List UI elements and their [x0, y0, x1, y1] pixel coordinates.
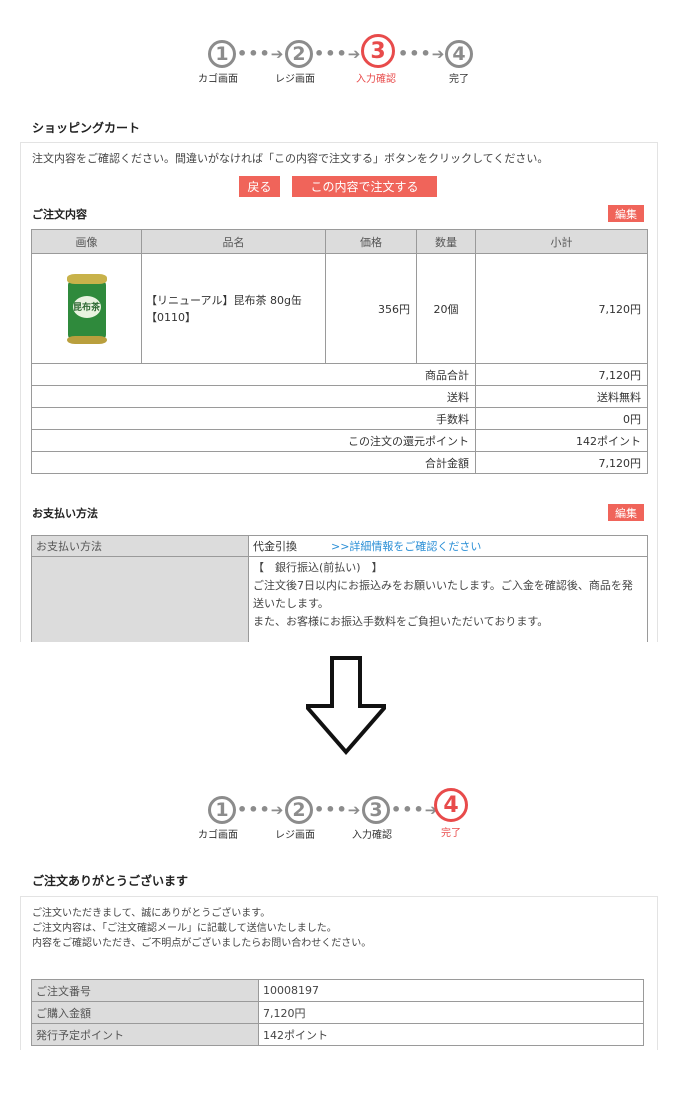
payment-title: お支払い方法 [32, 507, 98, 520]
order-edit-button[interactable]: 編集 [608, 205, 644, 222]
product-image-cell: 昆布茶 [31, 253, 142, 364]
step-indicator: 1 カゴ画面 •••➔ 2 レジ画面 •••➔ 3 入力確認 •••➔ 4 完了 [0, 786, 680, 846]
payment-row: 【 銀行振込(前払い) 】 ご注文後7日以内にお振込みをお願いいたします。ご入金… [31, 556, 648, 642]
summary-row: 送料 送料無料 [31, 385, 648, 408]
points-value: 142ポイント [258, 1023, 644, 1046]
step-connector: •••➔ [237, 800, 285, 819]
step-connector: •••➔ [398, 44, 446, 63]
summary-value: 7,120円 [475, 363, 648, 386]
table-row: ご注文番号 10008197 [31, 979, 644, 1002]
product-subtotal: 7,120円 [475, 253, 648, 364]
thanks-line-3: 内容をご確認いただき、ご不明点がございましたらお問い合わせください。 [32, 938, 372, 949]
column-header-subtotal: 小計 [475, 229, 648, 254]
step-connector: •••➔ [391, 800, 439, 819]
product-image[interactable]: 昆布茶 [66, 273, 107, 344]
order-number-value: 10008197 [258, 979, 644, 1002]
step-1: 1 カゴ画面 [198, 40, 238, 85]
cart-title: ショッピングカート [32, 121, 141, 135]
summary-row: この注文の還元ポイント 142ポイント [31, 429, 648, 452]
bank-transfer-text: ご注文後7日以内にお振込みをお願いいたします。ご入金を確認後、商品を発送いたしま… [253, 579, 633, 610]
back-button[interactable]: 戻る [239, 176, 280, 197]
summary-label: 商品合計 [31, 363, 476, 386]
step-1-number: 1 [208, 40, 236, 68]
product-price: 356円 [325, 253, 417, 364]
step-2: 2 レジ画面 [275, 796, 315, 841]
step-connector: •••➔ [237, 44, 285, 63]
summary-label: この注文の還元ポイント [31, 429, 476, 452]
product-quantity: 20個 [416, 253, 476, 364]
payment-edit-button[interactable]: 編集 [608, 504, 644, 521]
thanks-line-1: ご注文いただきまして、誠にありがとうございます。 [32, 908, 271, 919]
column-header-quantity: 数量 [416, 229, 476, 254]
summary-label: 送料 [31, 385, 476, 408]
step-3-number: 3 [362, 796, 390, 824]
summary-label: 手数料 [31, 407, 476, 430]
thanks-message: ご注文いただきまして、誠にありがとうございます。 ご注文内容は、「ご注文確認メー… [32, 906, 371, 951]
summary-value: 7,120円 [475, 451, 648, 474]
step-4: 4 完了 [434, 788, 468, 839]
summary-row: 合計金額 7,120円 [31, 451, 648, 474]
step-4-label: 完了 [449, 74, 469, 85]
step-2-label: レジ画面 [275, 830, 315, 841]
order-table-header: 画像 品名 価格 数量 小計 [31, 229, 648, 254]
order-result-table: ご注文番号 10008197 ご購入金額 7,120円 発行予定ポイント 142… [31, 979, 644, 1046]
table-row: 発行予定ポイント 142ポイント [31, 1023, 644, 1046]
order-number-label: ご注文番号 [31, 979, 259, 1002]
bank-transfer-title: 【 銀行振込(前払い) 】 [253, 561, 383, 574]
payment-method-value: 代金引換 [253, 540, 297, 553]
summary-row: 商品合計 7,120円 [31, 363, 648, 386]
summary-row: 手数料 0円 [31, 407, 648, 430]
thanks-title: ご注文ありがとうございます [32, 874, 189, 888]
product-name: 【リニューアル】昆布茶 80g缶 【0110】 [141, 253, 326, 364]
step-4-number: 4 [445, 40, 473, 68]
table-row: 昆布茶 【リニューアル】昆布茶 80g缶 【0110】 356円 20個 7,1… [31, 253, 648, 364]
order-contents-title: ご注文内容 [32, 208, 87, 221]
step-2: 2 レジ画面 [275, 40, 315, 85]
bank-transfer-fee-note: また、お客様にお振込手数料をご負担いただいております。 [253, 615, 549, 628]
payment-method-header: お支払い方法 [31, 535, 249, 557]
cart-notice: 注文内容をご確認ください。間違いがなければ「この内容で注文する」ボタンをクリック… [32, 152, 549, 165]
payment-table: お支払い方法 代金引換 >>詳細情報をご確認ください 【 銀行振込(前払い) 】 … [31, 535, 648, 642]
step-3: 3 入力確認 [356, 34, 396, 85]
purchase-amount-label: ご購入金額 [31, 1001, 259, 1024]
step-3: 3 入力確認 [352, 796, 392, 841]
summary-value: 送料無料 [475, 385, 648, 408]
step-4-label: 完了 [441, 828, 461, 839]
payment-detail-link[interactable]: >>詳細情報をご確認ください [331, 540, 481, 553]
payment-table-clip: お支払い方法 代金引換 >>詳細情報をご確認ください 【 銀行振込(前払い) 】 … [31, 535, 648, 642]
column-header-price: 価格 [325, 229, 417, 254]
step-4-number: 4 [434, 788, 468, 822]
purchase-amount-value: 7,120円 [258, 1001, 644, 1024]
step-1: 1 カゴ画面 [198, 796, 238, 841]
column-header-image: 画像 [31, 229, 142, 254]
product-image-label: 昆布茶 [72, 295, 101, 318]
payment-row: お支払い方法 代金引換 >>詳細情報をご確認ください [31, 535, 648, 557]
step-3-number: 3 [361, 34, 395, 68]
step-1-number: 1 [208, 796, 236, 824]
step-3-label: 入力確認 [352, 830, 392, 841]
column-header-name: 品名 [141, 229, 326, 254]
step-2-label: レジ画面 [275, 74, 315, 85]
step-3-label: 入力確認 [356, 74, 396, 85]
summary-value: 0円 [475, 407, 648, 430]
step-indicator: 1 カゴ画面 •••➔ 2 レジ画面 •••➔ 3 入力確認 •••➔ 4 完了 [0, 32, 680, 92]
step-1-label: カゴ画面 [198, 74, 238, 85]
place-order-button[interactable]: この内容で注文する [292, 176, 437, 197]
down-arrow-icon [306, 656, 386, 756]
step-2-number: 2 [285, 40, 313, 68]
step-connector: •••➔ [314, 800, 362, 819]
thanks-line-2: ご注文内容は、「ご注文確認メール」に記載して送信いたしました。 [32, 923, 337, 934]
summary-label: 合計金額 [31, 451, 476, 474]
step-4: 4 完了 [445, 40, 473, 85]
payment-blank-cell [31, 556, 249, 642]
step-connector: •••➔ [314, 44, 362, 63]
table-row: ご購入金額 7,120円 [31, 1001, 644, 1024]
step-1-label: カゴ画面 [198, 830, 238, 841]
summary-value: 142ポイント [475, 429, 648, 452]
points-label: 発行予定ポイント [31, 1023, 259, 1046]
order-table: 画像 品名 価格 数量 小計 昆布茶 【リニューアル】昆布茶 80g缶 【011… [31, 229, 648, 474]
step-2-number: 2 [285, 796, 313, 824]
